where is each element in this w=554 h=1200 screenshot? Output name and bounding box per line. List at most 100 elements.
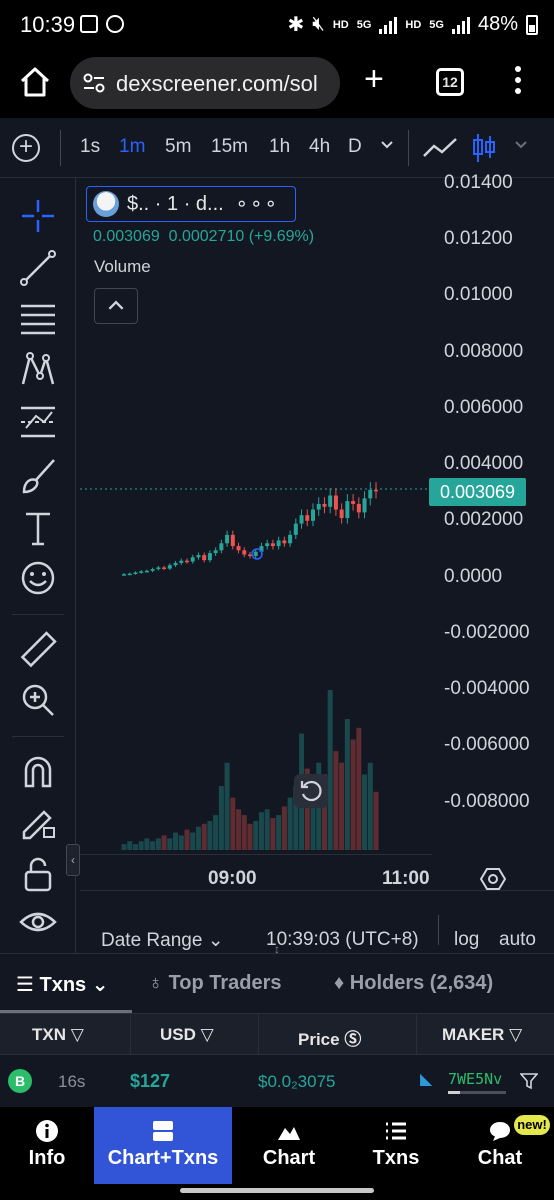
menu-icon: ☰: [16, 974, 34, 996]
symbol-legend[interactable]: $.. · 1 · d... ∘∘∘: [86, 186, 296, 222]
y-tick: -0.004000: [444, 678, 530, 699]
x-tick: 11:00: [382, 868, 430, 889]
volume-bar: [150, 841, 156, 850]
filter-icon[interactable]: ▽: [71, 1025, 84, 1044]
chevron-down-icon: ⌄: [91, 974, 109, 996]
candle-body: [139, 571, 144, 573]
table-row[interactable]: B 16s $127 $0.0₂3075 ◣ 7WE5Nv: [0, 1055, 554, 1107]
tab-top-traders[interactable]: ♁ Top Traders: [148, 972, 282, 995]
filter-icon[interactable]: ▽: [509, 1025, 522, 1044]
tab-txns[interactable]: ☰ Txns ⌄: [16, 972, 109, 997]
visibility-icon[interactable]: [18, 904, 58, 944]
emoji-icon[interactable]: [18, 558, 58, 598]
info-icon: [36, 1120, 58, 1142]
more-icon[interactable]: ∘∘∘: [235, 191, 279, 216]
y-tick: 0.008000: [444, 341, 524, 362]
unlock-icon[interactable]: [18, 854, 58, 894]
tab-switcher-button[interactable]: 12: [436, 68, 464, 96]
log-scale-toggle[interactable]: log: [454, 929, 479, 951]
filter-icon[interactable]: [520, 1072, 538, 1090]
txn-table-header: TXN ▽ USD ▽ Price Ⓢ MAKER ▽: [0, 1013, 554, 1056]
new-tab-icon[interactable]: +: [364, 62, 384, 96]
currency-icon[interactable]: Ⓢ: [344, 1030, 361, 1049]
crosshair-icon[interactable]: [18, 196, 58, 236]
brush-icon[interactable]: [18, 456, 58, 496]
candle-body: [299, 515, 304, 524]
watch-icon: [106, 15, 124, 33]
address-bar[interactable]: dexscreener.com/sol: [70, 57, 340, 109]
filter-icon[interactable]: ▽: [201, 1025, 214, 1044]
col-price-label: Price: [298, 1030, 340, 1049]
price-axis[interactable]: 0.01400 0.01200 0.01000 0.008000 0.00600…: [432, 172, 554, 890]
nav-chart[interactable]: Chart: [232, 1107, 346, 1184]
chart-settings-icon[interactable]: [480, 866, 506, 892]
maker-address[interactable]: 7WE5Nv: [448, 1070, 502, 1088]
col-maker-header[interactable]: MAKER ▽: [442, 1025, 522, 1045]
toolbar-divider: [60, 130, 61, 166]
price-plot[interactable]: [80, 178, 430, 890]
home-icon[interactable]: [18, 65, 52, 99]
interval-5m[interactable]: 5m: [165, 136, 191, 158]
toolbar-collapse-handle[interactable]: ‹: [66, 844, 80, 876]
col-usd-label: USD: [160, 1025, 196, 1044]
volume-bar: [213, 815, 219, 850]
site-settings-icon[interactable]: [82, 73, 106, 93]
candlestick-chart-type-icon[interactable]: [472, 132, 496, 164]
trend-line-icon[interactable]: [18, 248, 58, 288]
ruler-icon[interactable]: [18, 630, 58, 670]
candle-body: [351, 501, 356, 504]
magnet-icon[interactable]: [18, 752, 58, 792]
y-tick: 0.01400: [444, 172, 513, 193]
resize-handle-icon[interactable]: ↕: [268, 942, 286, 970]
candles: [122, 482, 378, 576]
volume-bar: [367, 762, 373, 850]
interval-1s[interactable]: 1s: [80, 136, 100, 158]
y-tick: 0.006000: [444, 397, 524, 418]
candle-body: [270, 543, 275, 547]
fib-retracement-icon[interactable]: [18, 298, 58, 338]
lock-drawings-pencil-icon[interactable]: [18, 802, 58, 842]
nav-info[interactable]: Info: [0, 1107, 94, 1184]
medal-icon: ♁: [148, 972, 163, 994]
candle-body: [345, 501, 350, 518]
pattern-icon[interactable]: [18, 350, 58, 390]
text-tool-icon[interactable]: [18, 508, 58, 548]
drawing-toolbar: [0, 178, 76, 953]
split-view-icon: [153, 1121, 173, 1141]
date-range-button[interactable]: Date Range ⌄: [101, 929, 224, 952]
volume-bar: [138, 841, 144, 850]
x-axis-line: [80, 854, 432, 855]
chevron-up-icon[interactable]: [94, 288, 138, 324]
candle-body: [242, 550, 247, 555]
nav-txns[interactable]: Txns: [346, 1107, 446, 1184]
interval-1h[interactable]: 1h: [269, 136, 290, 158]
col-txn-header[interactable]: TXN ▽: [32, 1025, 84, 1045]
interval-15m[interactable]: 15m: [211, 136, 248, 158]
chevron-down-icon[interactable]: [515, 138, 527, 150]
line-chart-type-icon[interactable]: [422, 136, 458, 160]
tab-holders[interactable]: ♦ Holders (2,634): [334, 972, 493, 995]
candle-body: [196, 555, 201, 558]
interval-d[interactable]: D: [348, 136, 362, 158]
nav-chart-txns[interactable]: Chart+Txns: [94, 1107, 232, 1184]
buy-badge: B: [8, 1069, 32, 1093]
y-tick: -0.006000: [444, 734, 530, 755]
interval-1m[interactable]: 1m: [119, 136, 145, 158]
candle-body: [179, 560, 184, 563]
reset-chart-icon[interactable]: [294, 774, 328, 808]
forecast-icon[interactable]: [18, 402, 58, 442]
auto-scale-toggle[interactable]: auto: [499, 929, 536, 951]
add-symbol-icon[interactable]: +: [12, 134, 40, 162]
candle-body: [368, 489, 373, 499]
candle-body: [328, 495, 333, 507]
candle-body: [230, 534, 235, 547]
browser-menu-icon[interactable]: [510, 66, 526, 98]
candle-body: [162, 567, 167, 569]
hd-label-2: HD: [405, 18, 422, 31]
col-usd-header[interactable]: USD ▽: [160, 1025, 214, 1045]
col-price-header[interactable]: Price Ⓢ: [298, 1025, 361, 1050]
timezone-clock[interactable]: 10:39:03 (UTC+8): [266, 929, 419, 951]
interval-4h[interactable]: 4h: [309, 136, 330, 158]
chevron-down-icon[interactable]: [381, 138, 393, 150]
zoom-in-icon[interactable]: [18, 680, 58, 720]
